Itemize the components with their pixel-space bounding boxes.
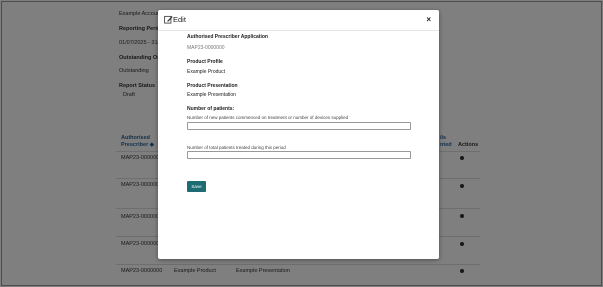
modal-title: Edit xyxy=(173,15,186,24)
new-patients-input[interactable] xyxy=(187,122,411,130)
total-patients-input[interactable] xyxy=(187,151,411,159)
product-profile-label: Product Profile xyxy=(187,59,223,65)
product-presentation-label: Product Presentation xyxy=(187,83,238,89)
close-button[interactable]: × xyxy=(426,15,431,24)
modal-header: Edit × xyxy=(158,10,439,31)
application-value: MAP23-0000000 xyxy=(187,45,225,51)
product-presentation-value: Example Presentation xyxy=(187,92,236,98)
product-profile-value: Example Product xyxy=(187,69,226,75)
edit-icon xyxy=(164,15,173,24)
save-button[interactable]: Save xyxy=(187,181,206,192)
patients-label: Number of patients: xyxy=(187,106,235,112)
application-label: Authorised Prescriber Application xyxy=(187,34,268,40)
new-patients-hint: Number of new patients commenced on trea… xyxy=(187,115,349,120)
edit-modal: Edit × Authorised Prescriber Application… xyxy=(158,10,439,259)
total-patients-hint: Number of total patients treated during … xyxy=(187,145,286,150)
